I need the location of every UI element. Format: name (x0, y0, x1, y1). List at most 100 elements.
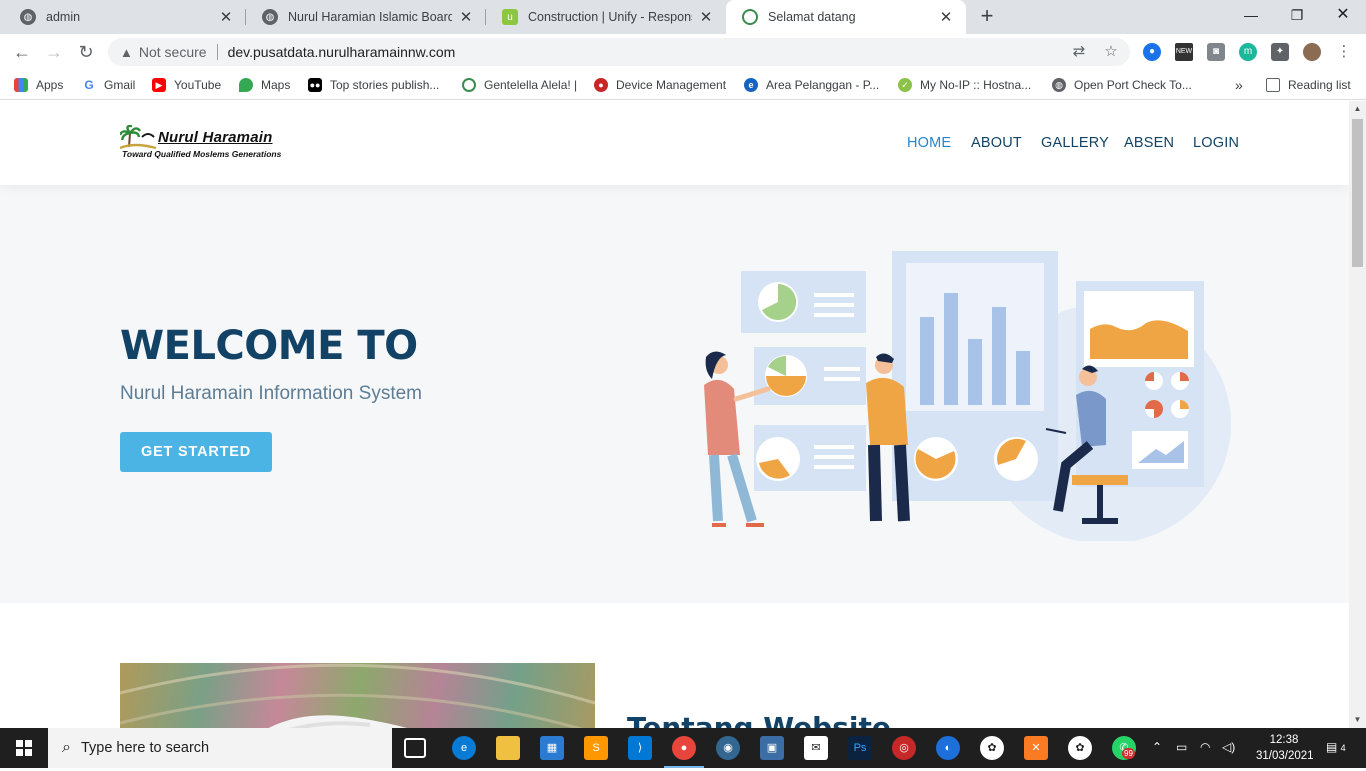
new-tab-button[interactable]: + (976, 4, 998, 30)
page-scrollbar[interactable]: ▲ ▼ (1349, 101, 1366, 728)
back-button[interactable]: ← (10, 40, 34, 64)
battery-icon[interactable]: ▭ (1176, 740, 1187, 754)
scrollbar-thumb[interactable] (1352, 119, 1363, 267)
bookmark-top-stories[interactable]: ●● Top stories publish... (308, 76, 439, 94)
system-clock[interactable]: 12:38 31/03/2021 (1256, 732, 1314, 764)
bookmark-area-pelanggan[interactable]: e Area Pelanggan - P... (744, 76, 879, 94)
taskbar-search[interactable]: ⌕ Type here to search (48, 728, 392, 768)
get-started-button[interactable]: GET STARTED (120, 432, 272, 472)
translate-icon[interactable]: ⇄ (1070, 43, 1088, 61)
wifi-icon[interactable]: ◠ (1200, 740, 1210, 754)
sublime-text-icon[interactable]: S (584, 736, 608, 760)
photoshop-icon[interactable]: Ps (848, 736, 872, 760)
nav-home[interactable]: HOME (907, 135, 951, 151)
bookmarks-bar: Apps G Gmail ▶ YouTube Maps ●● Top stories … (0, 70, 1366, 100)
browser-app-icon[interactable]: ◐ (936, 736, 960, 760)
bookmark-gmail[interactable]: G Gmail (82, 76, 135, 94)
bookmark-gentelella[interactable]: Gentelella Alela! | (462, 76, 577, 94)
start-button[interactable] (0, 728, 48, 768)
reading-list-button[interactable]: Reading list (1266, 76, 1351, 94)
about-title: Tentang Website (627, 711, 891, 728)
medium-icon: ●● (308, 78, 322, 92)
warning-icon[interactable]: ▲ (120, 45, 133, 60)
bookmark-star-icon[interactable]: ☆ (1102, 43, 1120, 61)
bookmark-device-management[interactable]: ● Device Management (594, 76, 726, 94)
close-icon[interactable]: ✕ (698, 8, 714, 26)
bookmark-youtube[interactable]: ▶ YouTube (152, 76, 221, 94)
close-window-button[interactable]: ✕ (1320, 0, 1366, 30)
app-icon[interactable]: ✿ (1068, 736, 1092, 760)
page-viewport: Nurul Haramain Toward Qualified Moslems … (0, 101, 1349, 728)
tab-strip: ◍ admin ✕ ◍ Nurul Haramian Islamic Board… (0, 0, 1366, 34)
remote-desktop-icon[interactable]: ▣ (760, 736, 784, 760)
close-icon[interactable]: ✕ (218, 8, 234, 26)
nav-login[interactable]: LOGIN (1193, 135, 1239, 151)
vpn-icon[interactable]: ◎ (892, 736, 916, 760)
more-bookmarks-button[interactable]: » (1235, 76, 1243, 94)
scroll-down-arrow-icon[interactable]: ▼ (1349, 712, 1366, 728)
tab-title: admin (46, 10, 81, 24)
globe-icon: ◍ (20, 9, 36, 25)
chevron-up-icon[interactable]: ⌃ (1152, 740, 1162, 754)
vscode-icon[interactable]: ⟩ (628, 736, 652, 760)
volume-icon[interactable]: ◁) (1222, 740, 1235, 754)
postgresql-icon[interactable]: ◉ (716, 736, 740, 760)
logo-tagline: Toward Qualified Moslems Generations (122, 149, 282, 159)
task-view-icon[interactable] (404, 738, 426, 758)
close-icon[interactable]: ✕ (938, 8, 954, 26)
whatsapp-badge: 99 (1122, 748, 1135, 759)
unify-icon: u (502, 9, 518, 25)
kebab-menu-icon[interactable]: ⋮ (1335, 43, 1353, 61)
camera-icon[interactable]: ◙ (1207, 43, 1225, 61)
edge-icon: e (744, 78, 758, 92)
address-bar[interactable]: ▲ Not secure dev.pusatdata.nurulharamain… (108, 38, 1130, 66)
nav-absen[interactable]: ABSEN (1124, 135, 1174, 151)
tab-nurul-haramian[interactable]: ◍ Nurul Haramian Islamic Boarding ✕ (246, 0, 486, 34)
bookmark-label: Device Management (616, 78, 727, 92)
minimize-button[interactable]: — (1228, 0, 1274, 30)
hero-illustration (704, 251, 1231, 541)
file-explorer-icon[interactable] (496, 736, 520, 760)
scroll-up-arrow-icon[interactable]: ▲ (1349, 101, 1366, 117)
nav-gallery[interactable]: GALLERY (1041, 135, 1109, 151)
forward-button[interactable]: → (42, 40, 66, 64)
edge-icon[interactable]: e (452, 736, 476, 760)
whatsapp-icon[interactable]: ✆ 99 (1112, 736, 1136, 760)
bookmark-noip[interactable]: ✓ My No-IP :: Hostna... (898, 76, 1031, 94)
extension-icon[interactable]: ● (1143, 43, 1161, 61)
tab-admin[interactable]: ◍ admin ✕ (4, 0, 246, 34)
close-icon[interactable]: ✕ (458, 8, 474, 26)
m-extension-icon[interactable]: m (1239, 43, 1257, 61)
tab-construction-unify[interactable]: u Construction | Unify - Responsive ✕ (486, 0, 726, 34)
site-logo[interactable]: Nurul Haramain Toward Qualified Moslems … (120, 125, 282, 163)
profile-avatar[interactable] (1303, 43, 1321, 61)
extensions-puzzle-icon[interactable]: ✦ (1271, 43, 1289, 61)
maps-pin-icon (239, 78, 253, 92)
xampp-icon[interactable]: ✕ (1024, 736, 1048, 760)
reload-button[interactable]: ↻ (74, 40, 98, 64)
bookmark-maps[interactable]: Maps (239, 76, 290, 94)
tab-selamat-datang[interactable]: Selamat datang ✕ (726, 0, 966, 34)
nav-about[interactable]: ABOUT (971, 135, 1022, 151)
restore-button[interactable]: ❐ (1274, 0, 1320, 30)
palm-tree-logo-icon (120, 125, 157, 150)
url-text[interactable]: dev.pusatdata.nurulharamainnw.com (228, 44, 456, 60)
bookmark-label: Top stories publish... (330, 78, 440, 92)
apps-grid-icon (14, 78, 28, 92)
divider (216, 44, 218, 60)
tab-title: Selamat datang (768, 10, 856, 24)
bookmark-apps[interactable]: Apps (14, 76, 63, 94)
news-extension-icon[interactable]: NEW (1175, 43, 1193, 61)
bookmark-open-port-check[interactable]: ◍ Open Port Check To... (1052, 76, 1192, 94)
mail-icon[interactable]: ✉ (804, 736, 828, 760)
store-icon[interactable]: ▦ (540, 736, 564, 760)
notifications-icon[interactable]: ▤ 4 (1326, 740, 1346, 754)
postman-icon[interactable]: ✿ (980, 736, 1004, 760)
clock-date: 31/03/2021 (1256, 750, 1314, 762)
logo-name: Nurul Haramain (158, 129, 273, 146)
bookmark-label: Apps (36, 78, 64, 92)
google-icon: G (82, 78, 96, 92)
bookmark-label: Open Port Check To... (1074, 78, 1192, 92)
chrome-icon[interactable]: ● (664, 736, 704, 768)
not-secure-label[interactable]: Not secure (139, 44, 207, 60)
